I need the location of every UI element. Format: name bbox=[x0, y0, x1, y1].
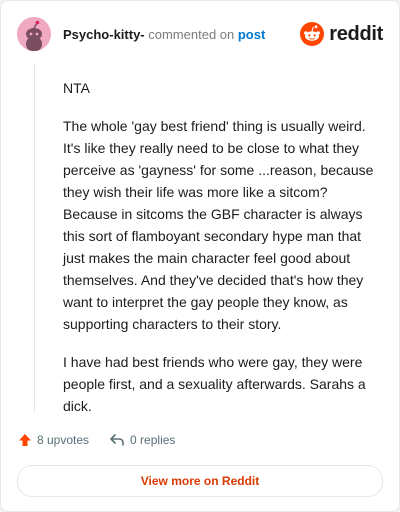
user-avatar[interactable] bbox=[17, 17, 51, 51]
comment-paragraph: I have had best friends who were gay, th… bbox=[63, 354, 366, 414]
upvote-count: 8 upvotes bbox=[37, 433, 90, 447]
reply-count: 0 replies bbox=[130, 433, 176, 447]
snoo-avatar-icon bbox=[17, 17, 51, 51]
reddit-logo[interactable]: reddit bbox=[300, 20, 383, 48]
comment-body: NTA The whole 'gay best friend' thing is… bbox=[63, 77, 383, 433]
action-text: commented on bbox=[144, 27, 238, 42]
upvote-arrow-icon bbox=[19, 434, 31, 446]
comment-paragraph: NTA bbox=[63, 80, 90, 96]
view-more-button[interactable]: View more on Reddit bbox=[17, 465, 383, 497]
reddit-logo-icon bbox=[300, 22, 325, 46]
comment-meta: Psycho-kitty- commented on post bbox=[63, 27, 265, 42]
comment-footer: 8 upvotes 0 replies bbox=[18, 431, 195, 449]
comment-header: Psycho-kitty- commented on post reddit bbox=[17, 17, 383, 51]
comment-embed-card: Psycho-kitty- commented on post reddit N… bbox=[0, 0, 400, 512]
thread-line bbox=[34, 63, 35, 413]
comment-paragraph: The whole 'gay best friend' thing is usu… bbox=[63, 118, 374, 332]
reply-button[interactable]: 0 replies bbox=[109, 433, 175, 447]
reddit-wordmark: reddit bbox=[329, 22, 383, 45]
post-link[interactable]: post bbox=[238, 27, 265, 42]
upvote-button[interactable]: 8 upvotes bbox=[18, 433, 89, 447]
username-link[interactable]: Psycho-kitty- bbox=[63, 27, 145, 42]
reply-arrow-icon bbox=[110, 434, 124, 446]
